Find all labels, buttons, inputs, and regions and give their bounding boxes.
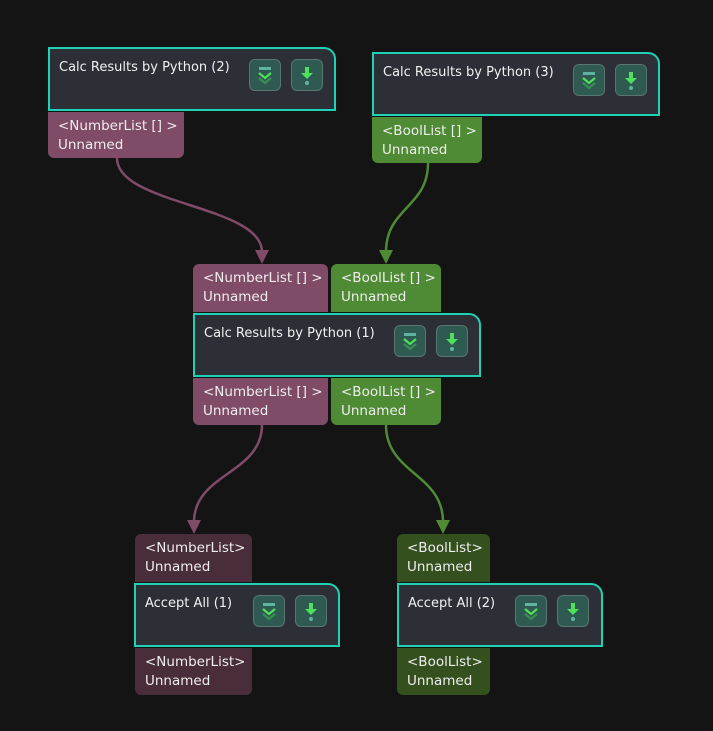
port-name: Unnamed: [203, 289, 269, 305]
port-type: <NumberList>: [145, 654, 246, 670]
output-port-numberlist[interactable]: <NumberList [] > Unnamed: [48, 112, 184, 158]
connection-bool[interactable]: [384, 162, 430, 253]
port-type: <BoolList [] >: [341, 384, 436, 400]
download-button[interactable]: [291, 59, 323, 91]
output-port-boollist[interactable]: <BoolList> Unnamed: [397, 648, 490, 695]
port-type: <BoolList [] >: [341, 270, 436, 286]
arrowhead-icon: [187, 520, 201, 534]
download-icon: [446, 333, 458, 351]
download-icon: [625, 72, 637, 90]
port-name: Unnamed: [203, 403, 269, 419]
download-icon: [305, 603, 317, 621]
collapse-icon: [258, 67, 272, 85]
collapse-icon: [403, 333, 417, 351]
node-accept-all-2[interactable]: Accept All (2): [397, 583, 603, 647]
arrowhead-icon: [255, 250, 269, 264]
output-port-numberlist[interactable]: <NumberList [] > Unnamed: [193, 378, 328, 425]
port-name: Unnamed: [382, 142, 448, 158]
node-title: Calc Results by Python (2): [59, 60, 230, 75]
port-name: Unnamed: [341, 403, 407, 419]
arrowhead-icon: [436, 520, 450, 534]
input-port-numberlist[interactable]: <NumberList [] > Unnamed: [193, 264, 328, 312]
port-type: <BoolList>: [407, 540, 483, 556]
collapse-button[interactable]: [394, 325, 426, 357]
collapse-button[interactable]: [573, 64, 605, 96]
collapse-icon: [524, 603, 538, 621]
node-title: Accept All (2): [408, 596, 496, 611]
port-name: Unnamed: [145, 559, 211, 575]
output-port-numberlist[interactable]: <NumberList> Unnamed: [135, 648, 252, 695]
node-calc-results-1[interactable]: Calc Results by Python (1): [193, 313, 481, 377]
collapse-icon: [262, 603, 276, 621]
node-accept-all-1[interactable]: Accept All (1): [134, 583, 340, 647]
connection-bool[interactable]: [384, 424, 445, 523]
input-port-boollist[interactable]: <BoolList> Unnamed: [397, 534, 490, 582]
output-port-boollist[interactable]: <BoolList [] > Unnamed: [331, 378, 441, 425]
download-button[interactable]: [295, 595, 327, 627]
download-button[interactable]: [557, 595, 589, 627]
port-type: <NumberList [] >: [58, 118, 178, 134]
download-button[interactable]: [615, 64, 647, 96]
node-calc-results-2[interactable]: Calc Results by Python (2): [48, 47, 336, 111]
download-button[interactable]: [436, 325, 468, 357]
arrowhead-icon: [379, 250, 393, 264]
collapse-button[interactable]: [253, 595, 285, 627]
node-title: Calc Results by Python (1): [204, 326, 375, 341]
input-port-numberlist[interactable]: <NumberList> Unnamed: [135, 534, 252, 582]
port-name: Unnamed: [407, 673, 473, 689]
port-type: <BoolList>: [407, 654, 483, 670]
input-port-boollist[interactable]: <BoolList [] > Unnamed: [331, 264, 441, 312]
port-type: <NumberList [] >: [203, 270, 323, 286]
collapse-icon: [582, 72, 596, 90]
download-icon: [567, 603, 579, 621]
port-name: Unnamed: [58, 137, 124, 153]
port-type: <BoolList [] >: [382, 123, 477, 139]
port-name: Unnamed: [145, 673, 211, 689]
connection-number[interactable]: [192, 424, 264, 523]
port-name: Unnamed: [407, 559, 473, 575]
port-name: Unnamed: [341, 289, 407, 305]
collapse-button[interactable]: [249, 59, 281, 91]
node-calc-results-3[interactable]: Calc Results by Python (3): [372, 52, 660, 116]
node-title: Calc Results by Python (3): [383, 65, 554, 80]
collapse-button[interactable]: [515, 595, 547, 627]
output-port-boollist[interactable]: <BoolList [] > Unnamed: [372, 117, 482, 163]
node-title: Accept All (1): [145, 596, 233, 611]
port-type: <NumberList>: [145, 540, 246, 556]
download-icon: [301, 67, 313, 85]
port-type: <NumberList [] >: [203, 384, 323, 400]
connection-number[interactable]: [115, 157, 264, 253]
